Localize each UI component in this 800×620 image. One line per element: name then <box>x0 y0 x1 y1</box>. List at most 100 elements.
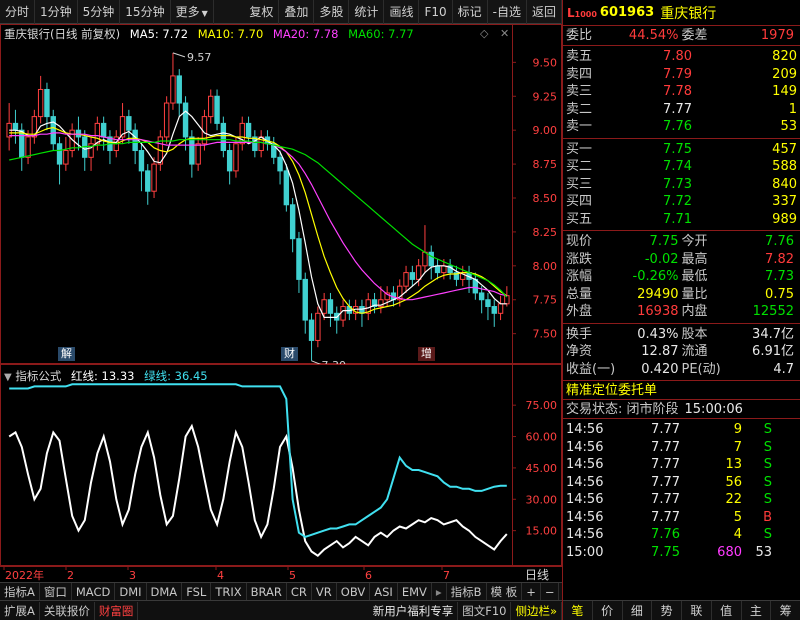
tab-trix[interactable]: TRIX <box>211 582 247 601</box>
tab-main[interactable]: 主 <box>742 601 772 620</box>
zoom-in-button[interactable]: + <box>522 582 541 601</box>
ask-row[interactable]: 卖三 7.78 149 <box>563 83 800 101</box>
tab-dma[interactable]: DMA <box>147 582 183 601</box>
candle-body <box>409 272 416 280</box>
tab-related-quotes[interactable]: 关联报价 <box>40 601 95 620</box>
price-tick-label: 9.00 <box>533 124 558 137</box>
tab-template[interactable]: 模 板 <box>487 582 523 601</box>
tab-indicator-a[interactable]: 指标A <box>0 582 40 601</box>
bid-row[interactable]: 买一 7.75 457 <box>563 141 800 159</box>
tab-indicator-b[interactable]: 指标B <box>447 582 487 601</box>
tab-cr[interactable]: CR <box>287 582 312 601</box>
tab-ticks[interactable]: 笔 <box>563 601 593 620</box>
tab-dmi[interactable]: DMI <box>115 582 147 601</box>
statistics-button[interactable]: 统计 <box>349 0 385 24</box>
date-tick-label: 3 <box>129 569 136 582</box>
marker-financial[interactable]: 财 <box>281 347 298 361</box>
tab-trend[interactable]: 势 <box>652 601 682 620</box>
candle-body <box>403 272 409 287</box>
period-timeshare-button[interactable]: 分时 <box>0 0 36 24</box>
ask-row[interactable]: 卖五 7.80 820 <box>563 48 800 66</box>
period-label: 日线 <box>525 568 549 582</box>
tick-row: 14:56 7.77 22 S <box>566 492 772 507</box>
price-tick-label: 7.50 <box>533 328 558 341</box>
chart-area: 重庆银行(日线 前复权) MA5: 7.72 MA10: 7.70 MA20: … <box>0 24 562 566</box>
ma-legend: 重庆银行(日线 前复权) MA5: 7.72 MA10: 7.70 MA20: … <box>4 26 414 42</box>
tab-obv[interactable]: OBV <box>337 582 371 601</box>
tab-window[interactable]: 窗口 <box>40 582 72 601</box>
period-more-button[interactable]: 更多 ▼ <box>171 0 214 24</box>
tab-price[interactable]: 价 <box>593 601 623 620</box>
candle-body <box>226 150 233 172</box>
period-15min-button[interactable]: 15分钟 <box>120 0 171 24</box>
trade-status: 交易状态: 闭市阶段 15:00:06 <box>563 400 800 419</box>
kline-chart[interactable]: 7.50 7.75 8.00 8.25 8.50 8.75 9.00 9.25 9.50 9.57… <box>0 24 562 364</box>
tab-detail[interactable]: 细 <box>623 601 653 620</box>
indicator-tick-label: 30.00 <box>526 493 558 506</box>
date-axis: 2022年 2 3 4 5 6 7 日线 <box>0 566 562 582</box>
ask-row[interactable]: 卖四 7.79 209 <box>563 66 800 84</box>
tab-link[interactable]: 联 <box>682 601 712 620</box>
adjust-button[interactable]: 复权 <box>244 0 280 24</box>
ma60-label: MA60: 7.77 <box>348 27 414 41</box>
date-tick-label: 2 <box>67 569 74 582</box>
tab-value[interactable]: 值 <box>712 601 742 620</box>
ask-row[interactable]: 卖二 7.77 1 <box>563 101 800 119</box>
quote-row-change: 涨跌 -0.02 最高 7.82 <box>566 251 794 267</box>
tab-wealth-circle[interactable]: 财富圈 <box>95 601 139 620</box>
candle-body <box>176 75 182 104</box>
bid-row[interactable]: 买二 7.74 588 <box>563 158 800 176</box>
draw-line-button[interactable]: 画线 <box>384 0 420 24</box>
level-badge: L1000 <box>567 5 597 20</box>
multi-stock-button[interactable]: 多股 <box>314 0 350 24</box>
date-tick-label: 7 <box>443 569 450 582</box>
tab-fsl[interactable]: FSL <box>182 582 212 601</box>
diamond-icon[interactable]: ◇ <box>480 27 488 40</box>
indicator-legend: ▼ 指标公式 红线: 13.33 绿线: 36.45 <box>4 368 208 384</box>
mark-button[interactable]: 标记 <box>453 0 488 24</box>
close-icon[interactable]: ✕ <box>500 27 509 40</box>
caret-down-icon: ▼ <box>201 8 208 18</box>
price-tick-label: 9.50 <box>533 56 558 69</box>
candle-body <box>138 150 145 172</box>
period-5min-button[interactable]: 5分钟 <box>78 0 121 24</box>
candle-body <box>214 95 220 124</box>
tab-emv[interactable]: EMV <box>398 582 432 601</box>
zoom-out-button[interactable]: − <box>541 582 560 601</box>
overlay-button[interactable]: 叠加 <box>279 0 315 24</box>
bid-row[interactable]: 买四 7.72 337 <box>563 193 800 211</box>
candle-body <box>189 136 195 165</box>
ma-line-ma60 <box>9 139 508 298</box>
quote-stats: 现价 7.75 今开 7.76 涨跌 -0.02 最高 7.82 涨幅 -0.26% 最低 7.7… <box>563 231 800 324</box>
f10-button[interactable]: F10 <box>419 0 453 24</box>
new-user-benefits-link[interactable]: 新用户福利专享 <box>369 601 459 620</box>
tab-chips[interactable]: 筹 <box>771 601 800 620</box>
marker-unlock[interactable]: 解 <box>58 347 75 361</box>
ask-row[interactable]: 卖一 7.76 53 <box>563 118 800 136</box>
bid-book: 买一 7.75 457 买二 7.74 588 买三 7.73 840 买四 7.72 337 … <box>563 139 800 231</box>
tab-graphic-f10[interactable]: 图文F10 <box>458 601 512 620</box>
tab-more-icon[interactable]: ▸ <box>432 582 447 601</box>
candle-body <box>56 143 63 165</box>
candle-body <box>163 102 170 138</box>
remove-watchlist-button[interactable]: -自选 <box>488 0 527 24</box>
precise-order-link[interactable]: 精准定位委托单 <box>563 381 800 400</box>
tab-extension-a[interactable]: 扩展A <box>0 601 40 620</box>
tick-list: 14:56 7.77 9 S 14:56 7.77 7 S 14:56 7.77 13 S 14:… <box>563 419 800 563</box>
back-button[interactable]: 返回 <box>527 0 562 24</box>
indicator-chart[interactable]: 15.00 30.00 45.00 60.00 75.00 <box>0 364 562 566</box>
tab-vr[interactable]: VR <box>312 582 337 601</box>
tab-brar[interactable]: BRAR <box>247 582 287 601</box>
fin-row: 收益(一) 0.420 PE(动) 4.7 <box>566 361 794 377</box>
candle-body <box>321 299 327 314</box>
tab-asi[interactable]: ASI <box>370 582 398 601</box>
tab-sidebar[interactable]: 侧边栏» <box>511 601 562 620</box>
bid-row[interactable]: 买三 7.73 840 <box>563 176 800 194</box>
period-1min-button[interactable]: 1分钟 <box>35 0 78 24</box>
quote-row-price: 现价 7.75 今开 7.76 <box>566 234 794 249</box>
bid-row[interactable]: 买五 7.71 989 <box>563 211 800 229</box>
financial-stats: 换手 0.43% 股本 34.7亿 净资 12.87 流通 6.91亿 收益(一) 0.420… <box>563 324 800 381</box>
tab-macd[interactable]: MACD <box>72 582 116 601</box>
marker-increase[interactable]: 增 <box>418 347 435 361</box>
indicator-collapse-icon[interactable]: ▼ <box>4 372 12 383</box>
